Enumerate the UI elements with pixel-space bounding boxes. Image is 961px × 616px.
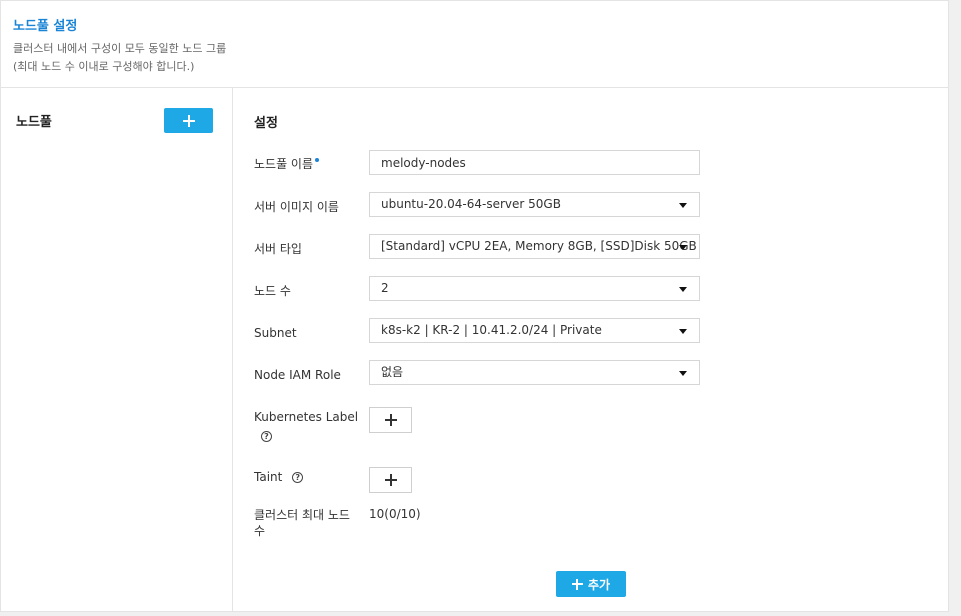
subnet-select[interactable]: k8s-k2 | KR-2 | 10.41.2.0/24 | Private bbox=[369, 318, 700, 343]
nodepool-settings-header: 노드풀 설정 클러스터 내에서 구성이 모두 동일한 노드 그룹 (최대 노드 … bbox=[0, 0, 949, 88]
node-iam-role-select[interactable]: 없음 bbox=[369, 360, 700, 385]
plus-icon bbox=[571, 578, 583, 590]
server-type-label: 서버 타입 bbox=[254, 242, 302, 256]
node-count-value: 2 bbox=[381, 281, 389, 295]
max-nodes-label-line-1: 클러스터 최대 노드 bbox=[254, 508, 350, 522]
max-nodes-label: 클러스터 최대 노드 수 bbox=[254, 507, 350, 539]
add-kubernetes-label-button[interactable] bbox=[369, 407, 412, 433]
kubernetes-label-text: Kubernetes Label bbox=[254, 410, 359, 424]
page-title: 노드풀 설정 bbox=[13, 19, 78, 34]
nodepool-name-label-text: 노드풀 이름 bbox=[254, 157, 314, 171]
server-image-value: ubuntu-20.04-64-server 50GB bbox=[381, 197, 561, 211]
node-count-select[interactable]: 2 bbox=[369, 276, 700, 301]
settings-panel: 설정 노드풀 이름 서버 이미지 이름 ubuntu-20.04-64-serv… bbox=[233, 88, 949, 612]
kubernetes-label-label: Kubernetes Label ? bbox=[254, 409, 358, 444]
server-image-label: 서버 이미지 이름 bbox=[254, 200, 339, 214]
add-nodepool-button[interactable] bbox=[164, 108, 213, 133]
plus-icon bbox=[182, 114, 195, 127]
plus-icon bbox=[384, 414, 397, 426]
add-button[interactable]: 추가 bbox=[556, 571, 626, 597]
taint-label-text: Taint bbox=[254, 470, 283, 484]
add-button-label: 추가 bbox=[587, 577, 611, 592]
nodepool-list-label: 노드풀 bbox=[16, 115, 52, 130]
node-iam-role-label: Node IAM Role bbox=[254, 368, 341, 382]
node-count-label: 노드 수 bbox=[254, 284, 291, 298]
subnet-value: k8s-k2 | KR-2 | 10.41.2.0/24 | Private bbox=[381, 323, 602, 337]
max-nodes-label-line-2: 수 bbox=[254, 524, 266, 538]
max-nodes-value: 10(0/10) bbox=[369, 507, 421, 521]
caret-down-icon bbox=[679, 329, 687, 334]
description-line-2: (최대 노드 수 이내로 구성해야 합니다.) bbox=[13, 60, 195, 73]
caret-down-icon bbox=[679, 245, 687, 250]
settings-title: 설정 bbox=[254, 116, 278, 131]
caret-down-icon bbox=[679, 203, 687, 208]
help-icon[interactable]: ? bbox=[261, 431, 272, 442]
required-indicator bbox=[315, 158, 320, 162]
nodepool-name-label: 노드풀 이름 bbox=[254, 156, 320, 172]
subnet-label: Subnet bbox=[254, 326, 297, 340]
server-type-select[interactable]: [Standard] vCPU 2EA, Memory 8GB, [SSD]Di… bbox=[369, 234, 700, 259]
description-line-1: 클러스터 내에서 구성이 모두 동일한 노드 그룹 bbox=[13, 42, 227, 55]
help-icon[interactable]: ? bbox=[292, 472, 304, 483]
node-iam-role-value: 없음 bbox=[381, 365, 404, 379]
caret-down-icon bbox=[679, 371, 687, 376]
caret-down-icon bbox=[679, 287, 687, 292]
page-description: 클러스터 내에서 구성이 모두 동일한 노드 그룹 (최대 노드 수 이내로 구… bbox=[13, 40, 226, 76]
plus-icon bbox=[384, 474, 397, 486]
server-image-select[interactable]: ubuntu-20.04-64-server 50GB bbox=[369, 192, 700, 217]
server-type-value: [Standard] vCPU 2EA, Memory 8GB, [SSD]Di… bbox=[381, 239, 697, 253]
nodepool-name-input[interactable] bbox=[369, 150, 700, 175]
add-taint-button[interactable] bbox=[369, 467, 412, 493]
taint-label: Taint ? bbox=[254, 469, 304, 485]
nodepool-list-panel: 노드풀 bbox=[0, 88, 233, 612]
